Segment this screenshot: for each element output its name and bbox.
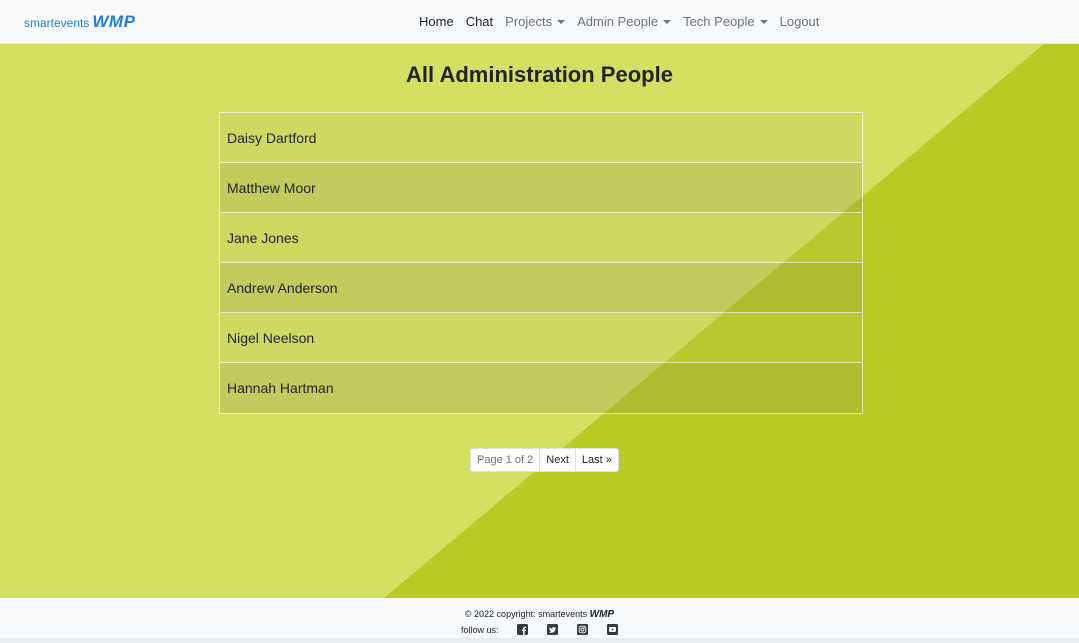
brand-logo[interactable]: smartevents WMP — [24, 12, 135, 34]
nav-logout[interactable]: Logout — [774, 14, 826, 29]
copyright-text: © 2022 copyright: smartevents — [464, 609, 588, 619]
nav-admin-people-dropdown[interactable]: Admin People — [571, 14, 677, 29]
nav-projects-dropdown[interactable]: Projects — [499, 14, 571, 29]
brand-small-text: smartevents — [24, 16, 90, 30]
facebook-icon[interactable] — [516, 624, 528, 635]
copyright: © 2022 copyright: smartevents WMP — [0, 609, 1079, 620]
list-item[interactable]: Hannah Hartman — [220, 363, 862, 413]
list-item[interactable]: Matthew Moor — [220, 163, 862, 213]
chevron-down-icon — [557, 19, 566, 24]
copyright-brand: WMP — [589, 609, 615, 620]
youtube-icon[interactable] — [606, 624, 618, 635]
nav-chat[interactable]: Chat — [460, 14, 499, 29]
bottom-divider — [0, 638, 1079, 643]
twitter-icon[interactable] — [546, 624, 558, 635]
navbar: smartevents WMP Home Chat Projects Admin… — [0, 0, 1079, 44]
list-item[interactable]: Daisy Dartford — [220, 113, 862, 163]
pagination: Page 1 of 2 Next Last » — [470, 448, 619, 472]
list-item[interactable]: Jane Jones — [220, 213, 862, 263]
page-info: Page 1 of 2 — [471, 449, 541, 471]
brand-big-text: WMP — [92, 12, 136, 31]
footer: © 2022 copyright: smartevents WMP follow… — [0, 598, 1079, 643]
nav-projects-label: Projects — [505, 14, 553, 29]
list-item[interactable]: Andrew Anderson — [220, 263, 862, 313]
chevron-down-icon — [663, 19, 672, 24]
follow-us: follow us: — [461, 624, 637, 635]
people-list: Daisy Dartford Matthew Moor Jane Jones A… — [219, 112, 863, 414]
next-page-button[interactable]: Next — [540, 449, 576, 471]
nav-menu: Home Chat Projects Admin People Tech Peo… — [419, 0, 825, 43]
last-page-button[interactable]: Last » — [576, 449, 618, 471]
nav-admin-people-label: Admin People — [577, 14, 659, 29]
social-links — [516, 624, 637, 635]
follow-label: follow us: — [461, 624, 499, 635]
chevron-down-icon — [759, 19, 768, 24]
nav-tech-people-label: Tech People — [683, 14, 755, 29]
page-title: All Administration People — [406, 62, 673, 87]
instagram-icon[interactable] — [576, 624, 588, 635]
list-item[interactable]: Nigel Neelson — [220, 313, 862, 363]
nav-home[interactable]: Home — [419, 14, 460, 29]
nav-tech-people-dropdown[interactable]: Tech People — [677, 14, 774, 29]
